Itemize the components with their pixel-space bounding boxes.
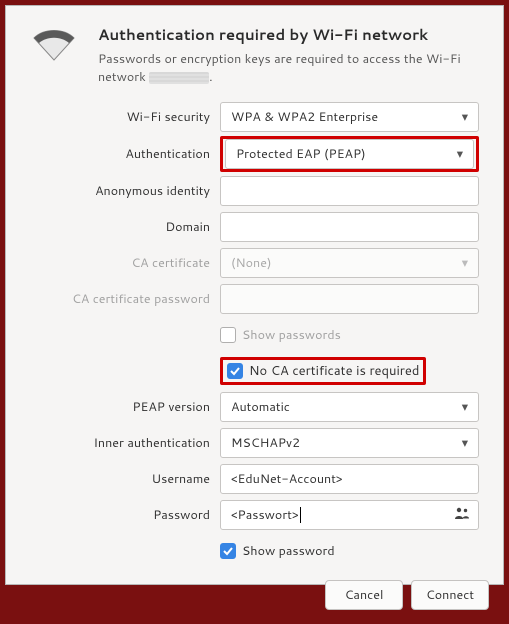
domain-input[interactable] [220, 212, 479, 242]
authentication-select[interactable]: Protected EAP (PEAP) ▾ [225, 139, 474, 169]
peap-version-select[interactable]: Automatic ▾ [220, 392, 479, 422]
label-domain: Domain [30, 218, 220, 236]
label-anon-identity: Anonymous identity [30, 182, 220, 200]
show-passwords-checkbox [220, 327, 236, 343]
highlight-no-ca: No CA certificate is required [220, 357, 426, 385]
anon-identity-input[interactable] [220, 176, 479, 206]
label-authentication: Authentication [30, 145, 220, 163]
label-username: Username [30, 470, 220, 488]
label-wifi-security: Wi-Fi security [30, 108, 220, 126]
inner-auth-select[interactable]: MSCHAPv2 ▾ [220, 428, 479, 458]
chevron-down-icon: ▾ [462, 398, 468, 416]
username-input[interactable]: <EduNet-Account> [220, 464, 479, 494]
people-icon[interactable] [454, 506, 470, 525]
form-area: Wi-Fi security WPA & WPA2 Enterprise ▾ A… [6, 94, 503, 570]
chevron-down-icon: ▾ [462, 434, 468, 452]
redacted-ssid [149, 72, 209, 84]
label-ca-cert: CA certificate [30, 254, 220, 272]
show-password-checkbox[interactable] [220, 543, 236, 559]
wifi-icon [30, 24, 78, 69]
wifi-auth-dialog: Authentication required by Wi-Fi network… [5, 5, 504, 585]
highlight-authentication: Protected EAP (PEAP) ▾ [220, 136, 479, 172]
wifi-security-select[interactable]: WPA & WPA2 Enterprise ▾ [220, 102, 479, 132]
ca-cert-select: (None) ▾ [220, 248, 479, 278]
dialog-title: Authentication required by Wi-Fi network [98, 24, 479, 45]
password-input[interactable]: <Passwort> [220, 500, 479, 530]
show-password-label: Show password [242, 542, 335, 560]
show-passwords-label: Show passwords [242, 326, 341, 344]
no-ca-required-label: No CA certificate is required [249, 362, 419, 380]
chevron-down-icon: ▾ [457, 145, 463, 163]
label-peap-version: PEAP version [30, 398, 220, 416]
dialog-footer: Cancel Connect [6, 570, 503, 624]
ca-cert-password-input [220, 284, 479, 314]
dialog-subtitle: Passwords or encryption keys are require… [98, 51, 479, 86]
dialog-header: Authentication required by Wi-Fi network… [6, 6, 503, 94]
chevron-down-icon: ▾ [462, 108, 468, 126]
connect-button[interactable]: Connect [411, 580, 489, 610]
no-ca-required-checkbox[interactable] [227, 363, 243, 379]
label-ca-cert-password: CA certificate password [30, 290, 220, 308]
label-inner-auth: Inner authentication [30, 434, 220, 452]
chevron-down-icon: ▾ [462, 254, 468, 272]
label-password: Password [30, 506, 220, 524]
cancel-button[interactable]: Cancel [325, 580, 403, 610]
